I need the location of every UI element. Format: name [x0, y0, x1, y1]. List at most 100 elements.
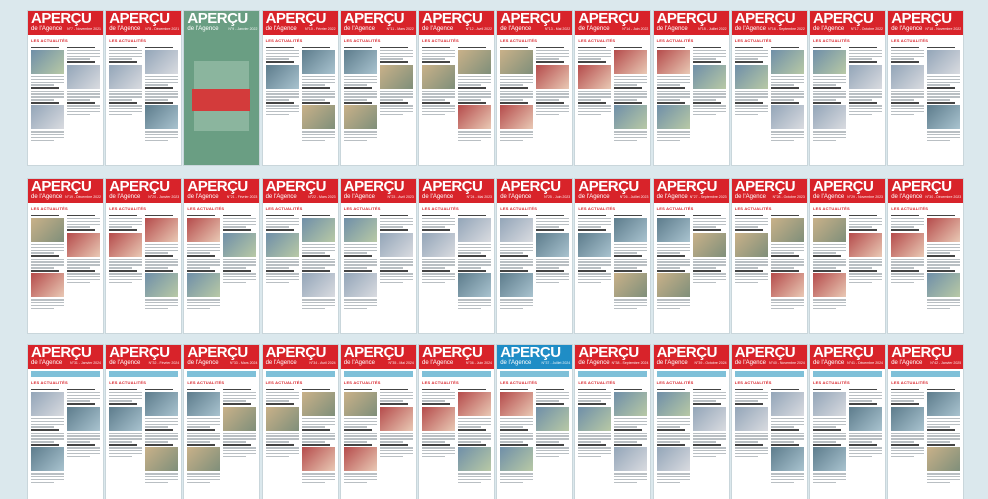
newsletter-cover[interactable]: APERÇU de l'Agence N°27 - Septembre 2023 LE…	[653, 179, 729, 333]
newsletter-cover[interactable]: APERÇU de l'Agence N°10 - Février 2022 LES …	[262, 11, 338, 165]
text-line	[927, 435, 961, 437]
article-photo	[31, 49, 64, 74]
newsletter-cover[interactable]: APERÇU de l'Agence N°25 - Juin 2023 LES ACT…	[497, 179, 573, 333]
article-headline	[223, 403, 252, 405]
newsletter-cover[interactable]: APERÇU de l'Agence N°16 - Septembre 2022 LE…	[731, 11, 807, 165]
text-line	[145, 438, 179, 440]
section-heading: LES ACTUALITÉS	[891, 206, 929, 211]
newsletter-cover[interactable]: APERÇU de l'Agence N°37 - Juillet 2024 LES …	[497, 345, 573, 499]
text-line	[614, 249, 648, 251]
newsletter-cover[interactable]: APERÇU de l'Agence N°38 - Septembre 2024 LE…	[575, 345, 651, 499]
article-columns	[654, 45, 729, 143]
text-line	[187, 476, 221, 478]
newsletter-cover[interactable]: APERÇU de l'Agence N°9 - Janvier 2022	[184, 11, 260, 165]
newsletter-cover[interactable]: APERÇU de l'Agence N°15 - Juillet 2022 LES …	[653, 11, 729, 165]
newsletter-cover[interactable]: APERÇU de l'Agence N°35 - Mai 2024 LES ACTU…	[340, 345, 416, 499]
text-line	[500, 435, 534, 437]
newsletter-cover[interactable]: APERÇU de l'Agence N°42 - Janvier 2025 LES …	[888, 345, 964, 499]
masthead: APERÇU de l'Agence N°17 - Octobre 2022	[810, 11, 885, 35]
text-line	[31, 90, 64, 92]
newsletter-cover[interactable]: APERÇU de l'Agence N°22 - Mars 2023 LES ACT…	[262, 179, 338, 333]
article-photo	[458, 105, 491, 130]
newsletter-cover[interactable]: APERÇU de l'Agence N°34 - Avril 2024 LES AC…	[262, 345, 338, 499]
text-line	[187, 307, 211, 310]
newsletter-cover[interactable]: APERÇU de l'Agence N°23 - Avril 2023 LES AC…	[340, 179, 416, 333]
article-headline	[223, 270, 252, 272]
newsletter-cover[interactable]: APERÇU de l'Agence N°20 - Janvier 2023 LES …	[106, 179, 182, 333]
text-line	[849, 108, 882, 110]
text-line	[458, 423, 491, 425]
newsletter-cover[interactable]: APERÇU de l'Agence N°13 - Mai 2022 LES ACTU…	[497, 11, 573, 165]
text-line	[891, 281, 915, 284]
section-heading: LES ACTUALITÉS	[500, 38, 538, 43]
text-line	[422, 217, 455, 220]
text-line	[67, 220, 100, 222]
text-line	[536, 220, 570, 222]
text-line	[187, 264, 221, 266]
text-line	[578, 394, 612, 396]
issue-label: N°7 - Novembre 2021	[67, 27, 101, 31]
text-line	[67, 96, 100, 98]
newsletter-cover[interactable]: APERÇU de l'Agence N°19 - Décembre 2022 LES…	[28, 179, 103, 333]
newsletter-cover[interactable]: APERÇU de l'Agence N°33 - Mars 2024 LES ACT…	[184, 345, 260, 499]
text-line	[265, 264, 299, 266]
article-headline	[67, 214, 96, 217]
text-line	[265, 279, 299, 281]
newsletter-cover[interactable]: APERÇU de l'Agence N°39 - Octobre 2024 LES …	[653, 345, 729, 499]
text-line	[891, 223, 925, 225]
newsletter-cover[interactable]: APERÇU de l'Agence N°11 - Mars 2022 LES ACT…	[340, 11, 416, 165]
newsletter-cover[interactable]: APERÇU de l'Agence N°26 - Juillet 2023 LES …	[575, 179, 651, 333]
newsletter-cover[interactable]: APERÇU de l'Agence N°17 - Octobre 2022 LES …	[810, 11, 885, 165]
newsletter-cover[interactable]: APERÇU de l'Agence N°24 - Mai 2023 LES ACTU…	[419, 179, 494, 333]
article-headline	[379, 270, 408, 272]
newsletter-cover[interactable]: APERÇU de l'Agence N°18 - Novembre 2022 LES…	[888, 11, 964, 165]
article-headline	[891, 214, 920, 217]
text-line	[301, 84, 325, 86]
article-photo	[500, 391, 534, 416]
text-line	[67, 455, 91, 458]
article-columns	[888, 213, 963, 311]
text-line	[422, 400, 446, 402]
article-photo	[500, 273, 534, 298]
newsletter-cover[interactable]: APERÇU de l'Agence N°32 - Février 2024 LES …	[106, 345, 182, 499]
text-line	[656, 438, 690, 440]
article-headline	[265, 229, 294, 231]
header-banner	[656, 371, 726, 377]
newsletter-cover[interactable]: APERÇU de l'Agence N°7 - Novembre 2021 LES …	[28, 11, 103, 165]
newsletter-cover[interactable]: APERÇU de l'Agence N°30 - Décembre 2023 LES…	[888, 179, 964, 333]
text-line	[770, 131, 804, 133]
newsletter-cover[interactable]: APERÇU de l'Agence N°36 - Juin 2024 LES ACT…	[419, 345, 494, 499]
text-line	[500, 476, 534, 478]
text-line	[813, 473, 846, 475]
text-line	[67, 90, 100, 92]
newsletter-cover[interactable]: APERÇU de l'Agence N°8 - Décembre 2021 LES …	[106, 11, 182, 165]
section-heading: LES ACTUALITÉS	[578, 206, 616, 211]
text-line	[187, 249, 221, 251]
newsletter-cover[interactable]: APERÇU de l'Agence N°41 - Décembre 2024 LES…	[810, 345, 885, 499]
article-column	[734, 387, 768, 485]
text-line	[145, 264, 179, 266]
issue-label: N°32 - Février 2024	[148, 361, 180, 365]
text-line	[849, 397, 882, 399]
article-column	[67, 387, 100, 485]
newsletter-cover[interactable]: APERÇU de l'Agence N°40 - Novembre 2024 LES…	[731, 345, 807, 499]
newsletter-cover[interactable]: APERÇU de l'Agence N°31 - Janvier 2024 LES …	[28, 345, 103, 499]
newsletter-cover[interactable]: APERÇU de l'Agence N°28 - Octobre 2023 LES …	[731, 179, 807, 333]
article-photo	[614, 105, 648, 130]
article-photo	[578, 64, 612, 89]
text-line	[223, 279, 257, 281]
newsletter-cover[interactable]: APERÇU de l'Agence N°12 - Avril 2022 LES AC…	[419, 11, 494, 165]
article-headline	[813, 444, 842, 446]
text-line	[31, 267, 55, 269]
article-headline	[223, 444, 252, 446]
text-line	[927, 441, 951, 443]
newsletter-cover[interactable]: APERÇU de l'Agence N°14 - Juin 2022 LES ACT…	[575, 11, 651, 165]
newsletter-cover[interactable]: APERÇU de l'Agence N°21 - Février 2023 LES …	[184, 179, 260, 333]
masthead-title: APERÇU	[265, 179, 327, 195]
article-headline	[265, 270, 294, 272]
newsletter-cover[interactable]: APERÇU de l'Agence N°29 - Novembre 2023 LES…	[810, 179, 885, 333]
text-line	[31, 139, 55, 142]
article-headline	[891, 102, 920, 104]
text-line	[927, 476, 961, 478]
text-line	[891, 49, 925, 52]
